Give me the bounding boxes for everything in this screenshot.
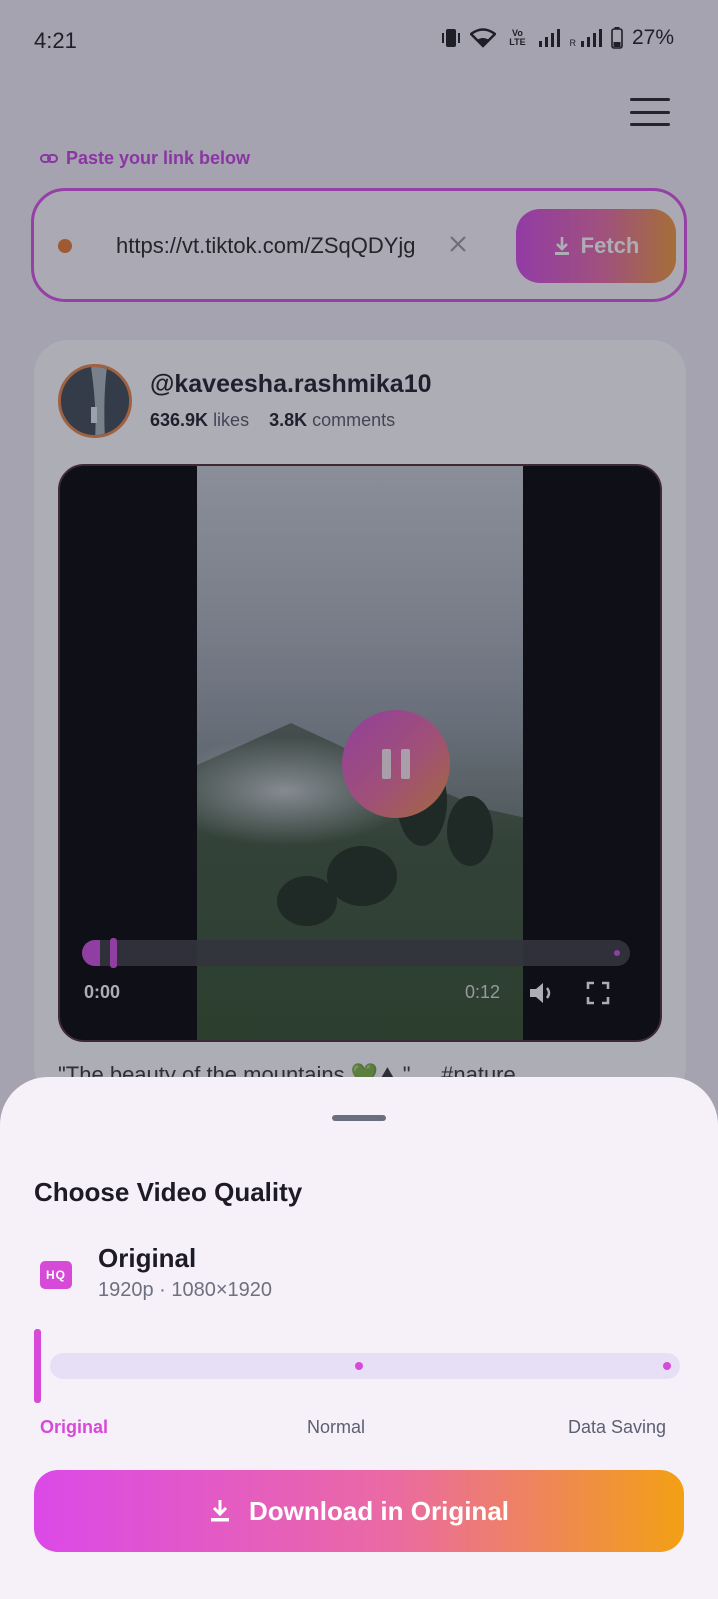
download-icon [211,1500,229,1522]
option-data-saving[interactable]: Data Saving [568,1417,666,1438]
download-button[interactable]: Download in Original [34,1470,684,1552]
quality-slider-track[interactable] [50,1353,680,1379]
sheet-title: Choose Video Quality [34,1177,303,1207]
quality-slider-thumb[interactable] [34,1329,41,1403]
download-label: Download in Original [249,1495,509,1526]
selected-quality-name: Original [98,1243,197,1273]
slider-stop-data-saving[interactable] [663,1362,671,1370]
hq-icon: HQ [40,1261,72,1289]
sheet-drag-handle[interactable] [332,1115,386,1121]
app-page: 4:21 Vo LTE R 27% Paste your link below … [0,0,718,1599]
option-normal[interactable]: Normal [307,1417,365,1438]
quality-bottom-sheet: Choose Video Quality HQ Original 1920p ·… [0,1077,718,1599]
slider-stop-normal[interactable] [355,1362,363,1370]
selected-quality-spec: 1920p · 1080×1920 [98,1279,273,1301]
option-original[interactable]: Original [40,1417,108,1438]
